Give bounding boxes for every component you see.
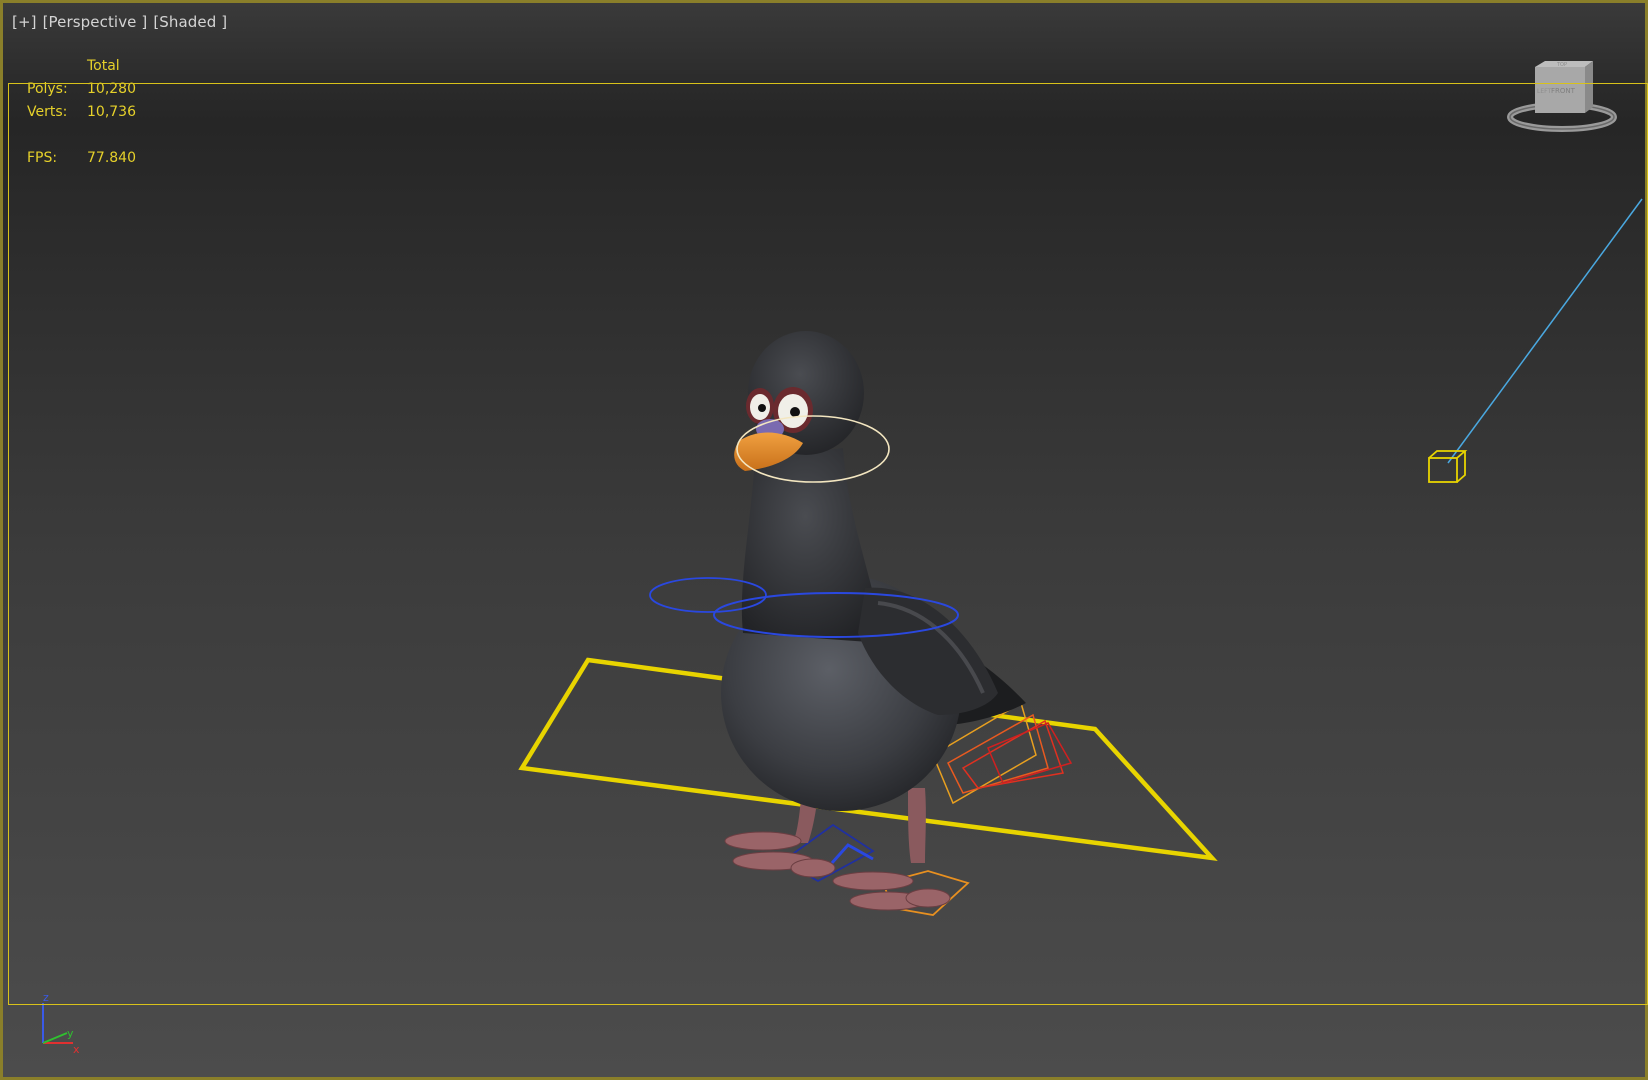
pigeon-model[interactable] <box>721 331 1026 911</box>
axis-z-label: z <box>43 991 49 1004</box>
viewcube-top-face[interactable]: TOP <box>1556 62 1567 68</box>
axis-tripod: z y x <box>42 991 80 1056</box>
viewcube-front-face[interactable]: FRONT <box>1551 87 1576 95</box>
scene-canvas[interactable]: z y x <box>3 3 1645 1077</box>
viewcube-left-face[interactable]: LEFT <box>1537 88 1551 95</box>
viewcube[interactable]: FRONT TOP LEFT <box>1507 59 1617 133</box>
perspective-viewport[interactable]: [+] [Perspective ] [Shaded ] Total Polys… <box>0 0 1648 1080</box>
viewcube-cube[interactable]: FRONT TOP LEFT <box>1535 61 1593 113</box>
light-helper-cube[interactable] <box>1428 450 1468 483</box>
axis-x-label: x <box>73 1043 80 1056</box>
axis-y-label: y <box>67 1027 74 1040</box>
light-target-line[interactable] <box>1447 198 1643 464</box>
